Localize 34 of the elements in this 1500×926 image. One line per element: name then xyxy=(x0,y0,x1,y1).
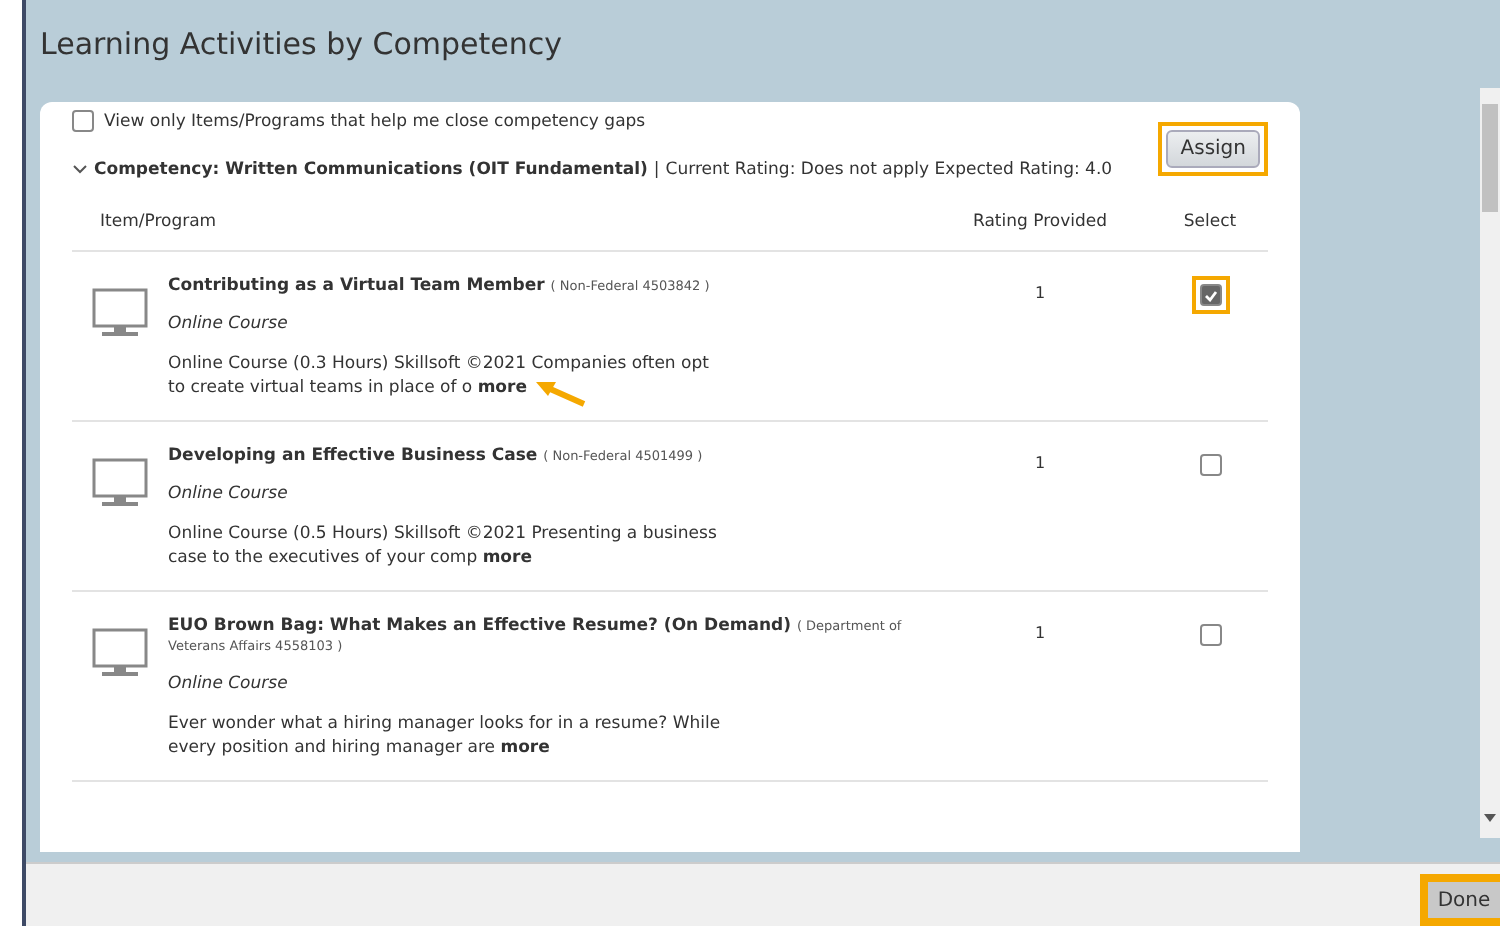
monitor-icon xyxy=(92,458,152,510)
select-checkbox[interactable] xyxy=(1199,284,1221,306)
course-type: Online Course xyxy=(168,674,290,694)
select-checkbox[interactable] xyxy=(1199,624,1221,646)
column-header: Item/Program xyxy=(100,212,219,232)
course-type: Online Course xyxy=(168,314,290,334)
check-icon xyxy=(1203,289,1217,301)
filter-label: View only Items/Programs that help me close competency gaps xyxy=(104,111,646,131)
course-description: Online Course (0.3 Hours) Skillsoft ©2021 Companies often opt to create virtual teams in place of o more xyxy=(168,352,711,400)
rating-value: 1 xyxy=(1032,452,1048,476)
column-header: Rating Provided xyxy=(970,212,1109,232)
more-link[interactable]: more xyxy=(477,378,527,398)
scroll-down-icon[interactable] xyxy=(1484,814,1496,822)
separator: | xyxy=(653,160,660,180)
scrollbar-thumb[interactable] xyxy=(1482,104,1498,212)
assign-button[interactable]: Assign xyxy=(1166,130,1260,168)
monitor-icon xyxy=(92,288,152,340)
filter-checkbox[interactable] xyxy=(72,110,94,132)
rating-value: 1 xyxy=(1032,622,1048,646)
course-description: Ever wonder what a hiring manager looks for in a resume? While every position and hiring manager are more xyxy=(168,712,723,760)
more-link[interactable]: more xyxy=(482,548,532,568)
chevron-icon[interactable] xyxy=(72,164,88,176)
monitor-icon xyxy=(92,628,152,680)
window-title: Learning Activities by Competency xyxy=(40,26,563,62)
scrollbar[interactable] xyxy=(1480,88,1500,838)
done-button[interactable]: Done xyxy=(1420,874,1500,926)
select-checkbox[interactable] xyxy=(1199,454,1221,476)
column-header: Select xyxy=(1181,212,1239,232)
rating-value: 1 xyxy=(1032,282,1048,306)
competency-name: Competency: Written Communications (OIT Fundamental) xyxy=(94,160,648,180)
course-description: Online Course (0.5 Hours) Skillsoft ©2021 Presenting a business case to the executives of your comp more xyxy=(168,522,719,570)
more-link[interactable]: more xyxy=(500,738,550,758)
course-type: Online Course xyxy=(168,484,290,504)
competency-ratings: Current Rating: Does not apply Expected Rating: 4.0 xyxy=(665,160,1113,180)
